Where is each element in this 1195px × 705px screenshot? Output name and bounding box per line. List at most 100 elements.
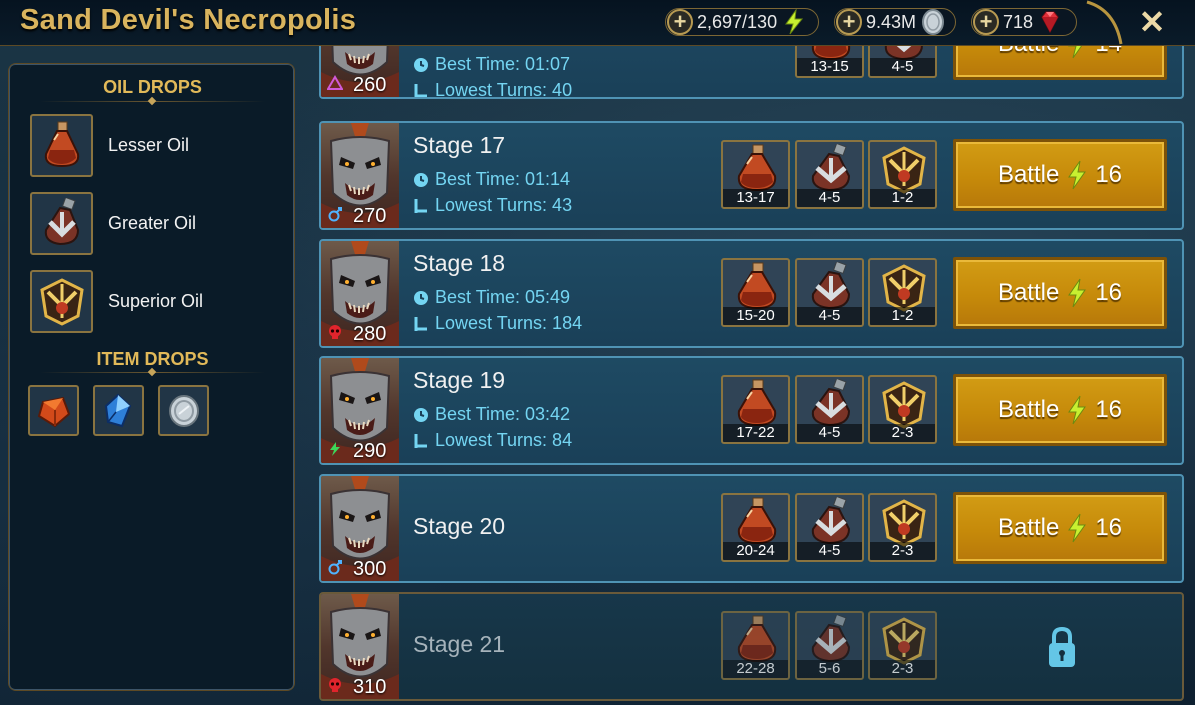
stage-row[interactable]: 270 Stage 17 Best Time: 01:14 Lowest Turns:…: [319, 121, 1184, 230]
item-drop-blue-crystal[interactable]: [93, 385, 144, 436]
drop-lesser-oil-icon[interactable]: 17-22: [721, 375, 790, 444]
battle-button[interactable]: Battle 16: [953, 139, 1167, 211]
energy-bolt-icon: [1068, 395, 1087, 425]
lowest-turns: Lowest Turns: 40: [413, 80, 572, 97]
drop-count: 4-5: [797, 424, 862, 442]
stage-level: 270: [353, 205, 387, 227]
turns-flag-icon: [414, 198, 427, 213]
drop-greater-oil-icon[interactable]: 4-5: [795, 375, 864, 444]
lowest-turns-text: Lowest Turns: 84: [435, 430, 573, 450]
blue-crystal-icon: [104, 393, 131, 427]
lowest-turns-text: Lowest Turns: 43: [435, 195, 573, 215]
force-affinity-icon: [329, 678, 341, 692]
best-time: Best Time: 01:07: [413, 54, 570, 75]
drop-greater-oil-icon[interactable]: 4-5: [795, 140, 864, 209]
best-time: Best Time: 03:42: [413, 404, 570, 425]
stage-row[interactable]: 290 Stage 19 Best Time: 03:42 Lowest Turns:…: [319, 356, 1184, 465]
drop-superior-oil-icon[interactable]: 2-3: [868, 493, 937, 562]
spirit-affinity-icon: [330, 442, 340, 456]
oil-drop-lesser: Lesser Oil: [30, 113, 189, 177]
drop-superior-oil-icon[interactable]: 1-2: [868, 140, 937, 209]
add-energy-button[interactable]: +: [667, 9, 693, 35]
drop-count: 15-20: [723, 307, 788, 325]
close-button[interactable]: ✕: [1134, 4, 1170, 40]
battle-button[interactable]: Battle 16: [953, 257, 1167, 329]
item-drop-red-gem[interactable]: [28, 385, 79, 436]
drop-greater-oil-icon[interactable]: 4-5: [795, 258, 864, 327]
silver-value: 9.43M: [866, 11, 917, 32]
drop-greater-oil-icon[interactable]: 4-5: [795, 493, 864, 562]
gems-counter[interactable]: + 718: [971, 8, 1077, 36]
red-gem-icon: [37, 396, 70, 427]
drop-lesser-oil-icon[interactable]: 20-24: [721, 493, 790, 562]
energy-counter[interactable]: + 2,697/130: [665, 8, 819, 36]
energy-bolt-icon: [1068, 513, 1087, 543]
drop-count: 1-2: [870, 189, 935, 207]
stage-row[interactable]: 310 Stage 21 22-28 5-6 2-3: [319, 592, 1184, 701]
drop-count: 17-22: [723, 424, 788, 442]
force-affinity-icon: [329, 325, 341, 339]
drop-lesser-oil-icon[interactable]: 22-28: [721, 611, 790, 680]
drop-superior-oil-icon[interactable]: 2-3: [868, 611, 937, 680]
top-bar: Sand Devil's Necropolis + 2,697/130 + 9.…: [0, 0, 1195, 46]
add-silver-button[interactable]: +: [836, 9, 862, 35]
battle-button[interactable]: Battle 16: [953, 374, 1167, 446]
drop-count: 5-6: [797, 660, 862, 678]
void-affinity-icon: [327, 75, 343, 90]
item-drop-silver-coin[interactable]: [158, 385, 209, 436]
boss-portrait: 270: [321, 123, 399, 228]
gems-value: 718: [1003, 11, 1034, 32]
best-time-text: Best Time: 01:14: [435, 169, 571, 189]
add-gems-button[interactable]: +: [973, 9, 999, 35]
stage-title: Stage 21: [413, 631, 506, 657]
boss-portrait: 280: [321, 241, 399, 346]
superior-oil-icon[interactable]: [30, 269, 93, 333]
energy-bolt-icon: [1068, 160, 1087, 190]
energy-cost: 16: [1095, 514, 1123, 541]
best-time-text: Best Time: 01:07: [435, 54, 571, 74]
boss-portrait: 300: [321, 476, 399, 581]
drop-superior-oil-icon[interactable]: 2-3: [868, 375, 937, 444]
clock-icon: [414, 172, 428, 187]
page-title: Sand Devil's Necropolis: [20, 4, 357, 36]
stage-title: Stage 20: [413, 513, 506, 539]
corner-ornament: [1086, 0, 1123, 45]
turns-flag-icon: [414, 83, 427, 97]
battle-label: Battle: [997, 279, 1060, 306]
stage-title: Stage 17: [413, 132, 506, 158]
stage-row[interactable]: 300 Stage 20 20-24 4-5 2-3 Battle 16: [319, 474, 1184, 583]
stage-level: 280: [353, 323, 387, 345]
clock-icon: [414, 290, 428, 305]
drop-count: 4-5: [797, 542, 862, 560]
divider-ornament: [147, 96, 157, 106]
drop-lesser-oil-icon[interactable]: 13-17: [721, 140, 790, 209]
stage-level: 290: [353, 440, 387, 462]
drop-greater-oil-icon[interactable]: 5-6: [795, 611, 864, 680]
best-time-text: Best Time: 03:42: [435, 404, 571, 424]
lightning-bolt-icon: [785, 9, 804, 35]
turns-flag-icon: [414, 316, 427, 331]
stage-row[interactable]: 280 Stage 18 Best Time: 05:49 Lowest Turns:…: [319, 239, 1184, 348]
energy-cost: 16: [1095, 396, 1123, 423]
drop-count: 13-17: [723, 189, 788, 207]
silver-counter[interactable]: + 9.43M: [834, 8, 956, 36]
clock-icon: [414, 57, 428, 72]
drop-count: 4-5: [797, 307, 862, 325]
battle-button[interactable]: Battle 16: [953, 492, 1167, 564]
drop-lesser-oil-icon[interactable]: 15-20: [721, 258, 790, 327]
lock-icon: [1049, 626, 1075, 667]
drop-count: 13-15: [797, 58, 862, 76]
lowest-turns: Lowest Turns: 43: [413, 195, 572, 216]
drop-count: 4-5: [797, 189, 862, 207]
drop-superior-oil-icon[interactable]: 1-2: [868, 258, 937, 327]
drops-panel: OIL DROPS Lesser Oil Greater Oil Superio…: [8, 63, 295, 691]
lesser-oil-icon[interactable]: [30, 113, 93, 177]
ruby-gem-icon: [1041, 11, 1059, 34]
greater-oil-icon[interactable]: [30, 191, 93, 255]
clock-icon: [414, 407, 428, 422]
oil-label: Greater Oil: [108, 212, 197, 233]
energy-cost: 16: [1095, 161, 1123, 188]
silver-coin-icon: [168, 394, 199, 427]
best-time: Best Time: 05:49: [413, 287, 570, 308]
drop-count: 2-3: [870, 660, 935, 678]
